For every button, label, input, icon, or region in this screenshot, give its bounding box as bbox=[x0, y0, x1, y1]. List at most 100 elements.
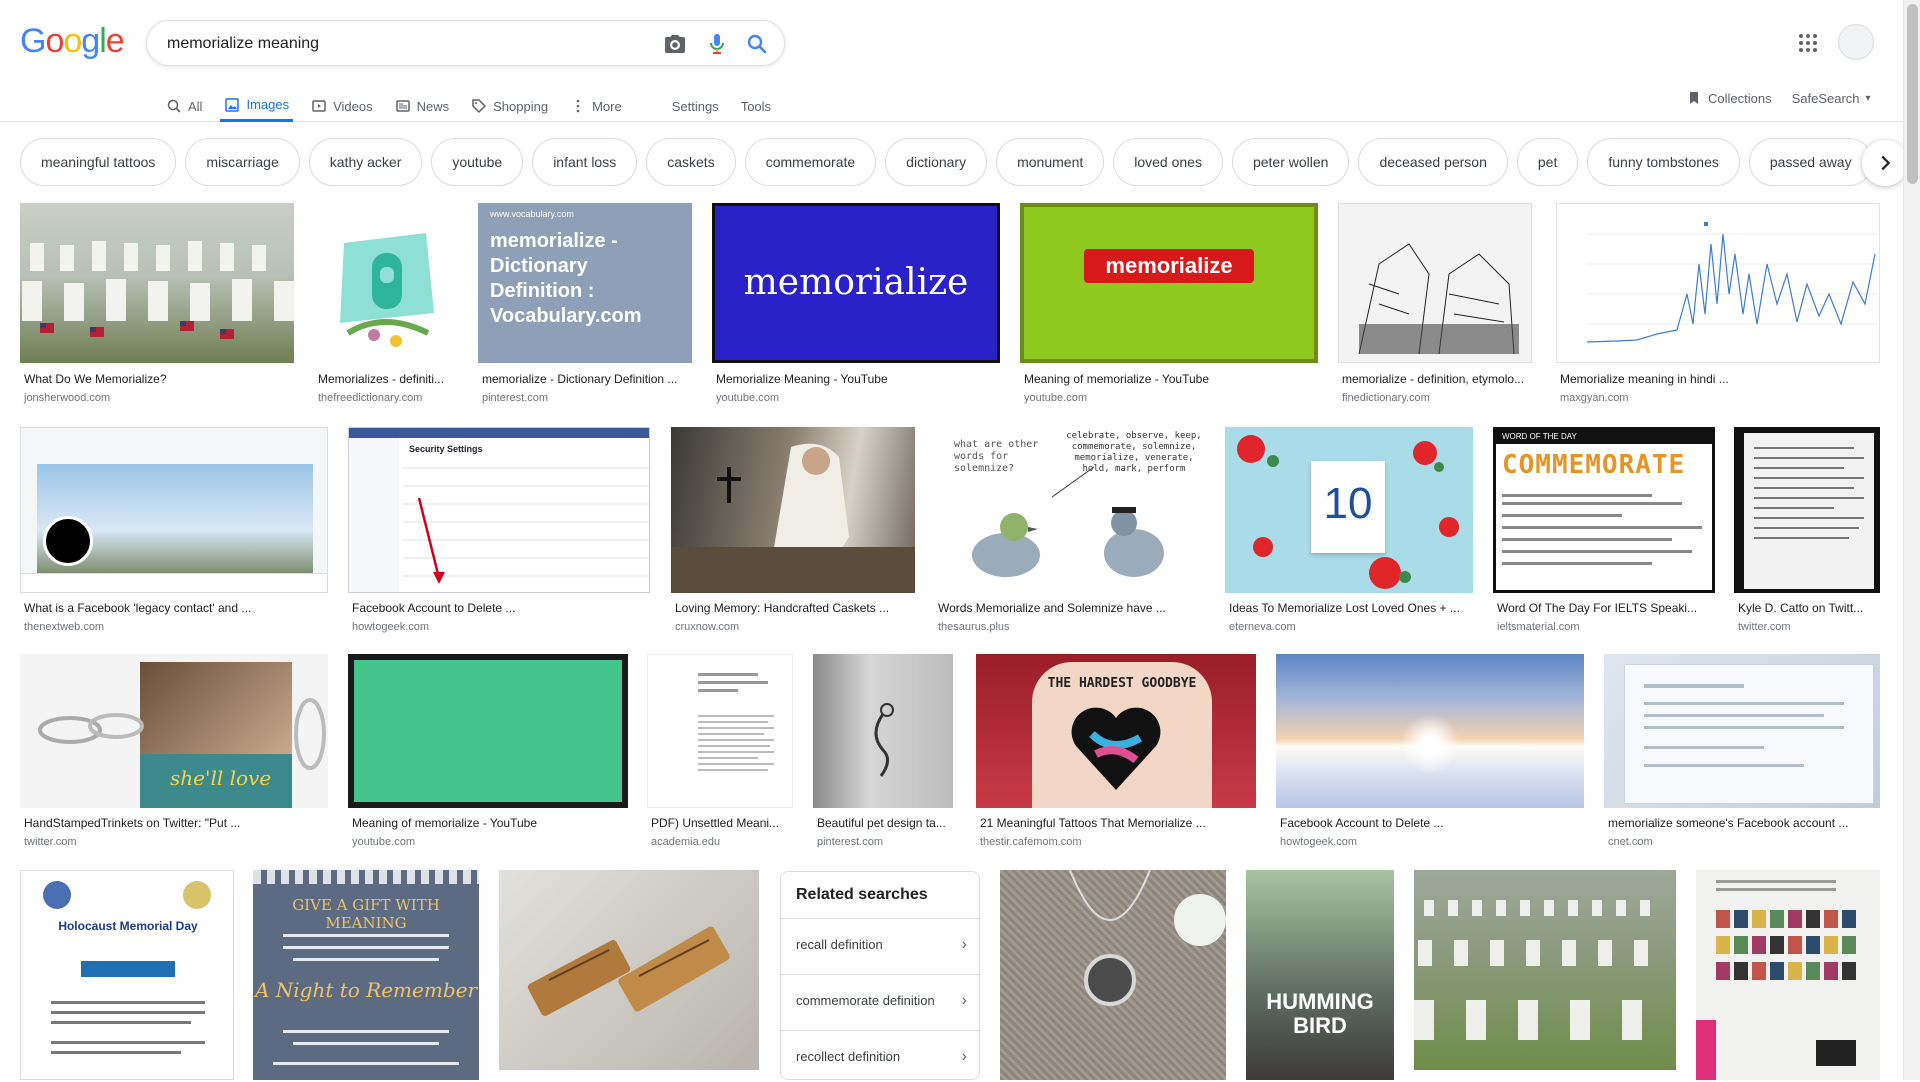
result-thumbnail[interactable]: she'll love bbox=[20, 654, 328, 808]
search-input[interactable] bbox=[167, 33, 627, 55]
image-result[interactable]: memorialize Memorialize Meaning - YouTub… bbox=[712, 203, 1000, 404]
result-title[interactable]: Ideas To Memorialize Lost Loved Ones + .… bbox=[1229, 601, 1473, 615]
result-thumbnail[interactable] bbox=[1276, 654, 1584, 808]
image-result[interactable]: memorialize someone's Facebook account .… bbox=[1604, 654, 1880, 854]
image-result[interactable]: WORD OF THE DAY COMMEMORATE Word Of The … bbox=[1493, 427, 1715, 637]
image-result[interactable]: GIVE A GIFT WITH MEANING A Night to Reme… bbox=[253, 870, 479, 1080]
tab-news[interactable]: News bbox=[395, 86, 449, 122]
image-result[interactable]: Facebook Account to Delete ... howtogeek… bbox=[1276, 654, 1584, 854]
result-title[interactable]: Memorialize Meaning - YouTube bbox=[716, 372, 1000, 386]
chip[interactable]: commemorate bbox=[744, 138, 877, 186]
chip[interactable]: loved ones bbox=[1113, 138, 1223, 186]
page-scrollbar[interactable] bbox=[1903, 0, 1920, 1080]
related-search-item[interactable]: recall definition › bbox=[781, 918, 979, 970]
image-result[interactable]: what are other words for solemnize? cele… bbox=[934, 427, 1206, 637]
image-result[interactable]: Beautiful pet design ta... pinterest.com bbox=[813, 654, 953, 854]
result-thumbnail[interactable] bbox=[813, 654, 953, 808]
result-title[interactable]: Kyle D. Catto on Twitt... bbox=[1738, 601, 1880, 615]
tab-all[interactable]: All bbox=[166, 86, 202, 122]
image-result[interactable]: HUMMING BIRD bbox=[1246, 870, 1394, 1080]
tab-shopping[interactable]: Shopping bbox=[471, 86, 548, 122]
image-result[interactable]: Kyle D. Catto on Twitt... twitter.com bbox=[1734, 427, 1880, 637]
result-title[interactable]: Words Memorialize and Solemnize have ... bbox=[938, 601, 1206, 615]
result-title[interactable]: 21 Meaningful Tattoos That Memorialize .… bbox=[980, 816, 1256, 830]
result-thumbnail[interactable] bbox=[1000, 870, 1226, 1080]
result-thumbnail[interactable]: 10 bbox=[1225, 427, 1473, 593]
image-result[interactable]: Loving Memory: Handcrafted Caskets ... c… bbox=[671, 427, 915, 637]
result-thumbnail[interactable]: Holocaust Memorial Day bbox=[20, 870, 234, 1080]
chip[interactable]: funny tombstones bbox=[1587, 138, 1740, 186]
image-result[interactable]: memorialize Meaning of memorialize - You… bbox=[1020, 203, 1318, 404]
result-thumbnail[interactable]: www.vocabulary.com memorialize - Diction… bbox=[478, 203, 692, 363]
chips-next-button[interactable] bbox=[1862, 140, 1908, 186]
result-title[interactable]: Facebook Account to Delete ... bbox=[352, 601, 650, 615]
chip[interactable]: deceased person bbox=[1358, 138, 1508, 186]
result-thumbnail[interactable]: HUMMING BIRD bbox=[1246, 870, 1394, 1080]
image-result[interactable] bbox=[499, 870, 759, 1080]
related-search-item[interactable]: commemorate definition › bbox=[781, 974, 979, 1026]
collections-button[interactable]: Collections bbox=[1686, 90, 1772, 106]
result-title[interactable]: memorialize - definition, etymolo... bbox=[1342, 372, 1532, 386]
image-result[interactable]: THE HARDEST GOODBYE 21 Meaningful Tattoo… bbox=[976, 654, 1256, 854]
camera-icon[interactable] bbox=[663, 32, 687, 56]
image-result[interactable]: What Do We Memorialize? jonsherwood.com bbox=[20, 203, 294, 404]
image-result[interactable]: www.vocabulary.com memorialize - Diction… bbox=[478, 203, 692, 404]
tab-videos[interactable]: Videos bbox=[311, 86, 373, 122]
result-title[interactable]: What Do We Memorialize? bbox=[24, 372, 294, 386]
chip[interactable]: miscarriage bbox=[185, 138, 300, 186]
result-thumbnail[interactable] bbox=[348, 654, 628, 808]
result-thumbnail[interactable] bbox=[1696, 870, 1880, 1080]
result-thumbnail[interactable] bbox=[1414, 870, 1676, 1070]
result-thumbnail[interactable] bbox=[1734, 427, 1880, 593]
chip[interactable]: kathy acker bbox=[308, 138, 423, 186]
result-title[interactable]: Meaning of memorialize - YouTube bbox=[352, 816, 628, 830]
image-result[interactable]: Security Settings Facebook Account to De… bbox=[348, 427, 650, 637]
image-result[interactable] bbox=[1696, 870, 1880, 1080]
search-icon[interactable] bbox=[745, 32, 769, 56]
chip[interactable]: infant loss bbox=[532, 138, 638, 186]
image-result[interactable]: 10 Ideas To Memorialize Lost Loved Ones … bbox=[1225, 427, 1473, 637]
image-result[interactable]: Memorializes - definiti... thefreedictio… bbox=[314, 203, 458, 404]
result-thumbnail[interactable] bbox=[20, 427, 328, 593]
safesearch-button[interactable]: SafeSearch ▾ bbox=[1792, 90, 1871, 106]
result-thumbnail[interactable]: Security Settings bbox=[348, 427, 650, 593]
google-logo[interactable]: Google bbox=[20, 22, 125, 61]
image-result[interactable]: PDF) Unsettled Meani... academia.edu bbox=[647, 654, 793, 854]
result-title[interactable]: Loving Memory: Handcrafted Caskets ... bbox=[675, 601, 915, 615]
image-result[interactable]: Meaning of memorialize - YouTube youtube… bbox=[348, 654, 628, 854]
tab-images[interactable]: Images bbox=[220, 86, 294, 122]
result-thumbnail[interactable]: WORD OF THE DAY COMMEMORATE bbox=[1493, 427, 1715, 593]
result-thumbnail[interactable] bbox=[1338, 203, 1532, 363]
result-thumbnail[interactable]: GIVE A GIFT WITH MEANING A Night to Reme… bbox=[253, 870, 479, 1080]
chip[interactable]: youtube bbox=[431, 138, 524, 186]
result-thumbnail[interactable] bbox=[314, 203, 458, 363]
result-title[interactable]: What is a Facebook 'legacy contact' and … bbox=[24, 601, 328, 615]
result-thumbnail[interactable]: memorialize bbox=[712, 203, 1000, 363]
result-title[interactable]: memorialize - Dictionary Definition ... bbox=[482, 372, 692, 386]
result-title[interactable]: Beautiful pet design ta... bbox=[817, 816, 953, 830]
avatar[interactable] bbox=[1838, 24, 1874, 60]
chip[interactable]: pet bbox=[1516, 138, 1579, 186]
chip[interactable]: passed away bbox=[1748, 138, 1873, 186]
tab-settings[interactable]: Settings bbox=[672, 86, 719, 122]
result-title[interactable]: Word Of The Day For IELTS Speaki... bbox=[1497, 601, 1715, 615]
result-title[interactable]: PDF) Unsettled Meani... bbox=[651, 816, 793, 830]
image-result[interactable]: memorialize - definition, etymolo... fin… bbox=[1338, 203, 1532, 404]
image-result[interactable] bbox=[1414, 870, 1676, 1080]
result-thumbnail[interactable] bbox=[1556, 203, 1880, 363]
image-result[interactable]: What is a Facebook 'legacy contact' and … bbox=[20, 427, 328, 637]
result-thumbnail[interactable] bbox=[499, 870, 759, 1070]
result-thumbnail[interactable]: what are other words for solemnize? cele… bbox=[934, 427, 1206, 593]
result-title[interactable]: memorialize someone's Facebook account .… bbox=[1608, 816, 1880, 830]
scrollbar-thumb[interactable] bbox=[1907, 4, 1918, 184]
chip[interactable]: monument bbox=[996, 138, 1105, 186]
result-thumbnail[interactable] bbox=[1604, 654, 1880, 808]
chip[interactable]: peter wollen bbox=[1231, 138, 1350, 186]
result-title[interactable]: HandStampedTrinkets on Twitter: "Put ... bbox=[24, 816, 328, 830]
result-title[interactable]: Facebook Account to Delete ... bbox=[1280, 816, 1584, 830]
image-result[interactable] bbox=[1000, 870, 1226, 1080]
result-title[interactable]: Memorializes - definiti... bbox=[318, 372, 458, 386]
result-thumbnail[interactable] bbox=[20, 203, 294, 363]
tab-tools[interactable]: Tools bbox=[741, 86, 771, 122]
apps-grid-icon[interactable] bbox=[1796, 31, 1820, 55]
